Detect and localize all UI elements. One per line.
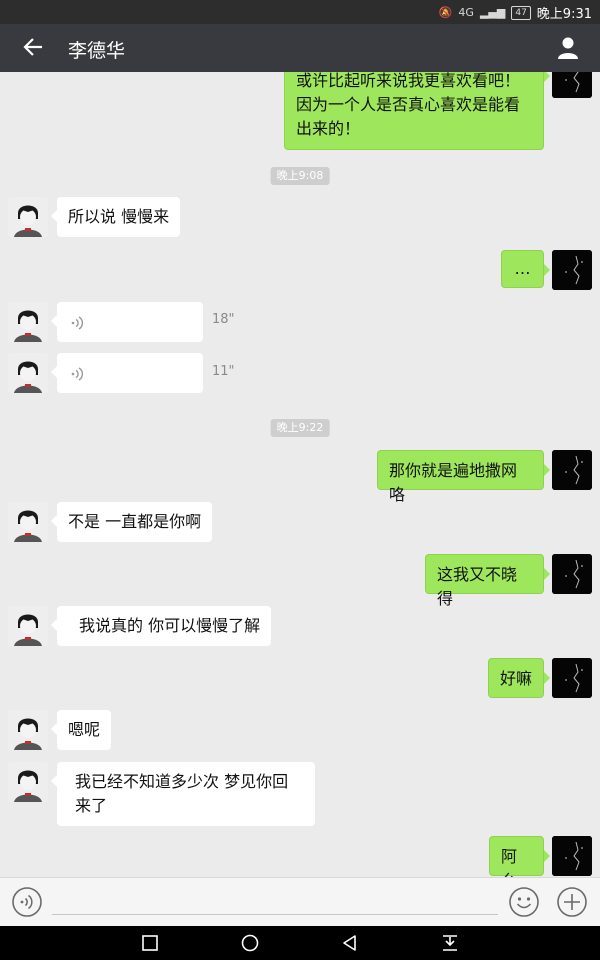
- message-text: 我已经不知道多少次 梦见你回来了: [75, 772, 289, 815]
- avatar-image: [8, 606, 48, 646]
- voice-message-bubble[interactable]: [51, 302, 203, 342]
- avatar-contact[interactable]: [8, 302, 48, 342]
- avatar-self[interactable]: [552, 450, 592, 490]
- avatar-image: [552, 836, 592, 876]
- avatar-self[interactable]: [552, 658, 592, 698]
- voice-message-bubble[interactable]: [51, 353, 203, 393]
- message-text: …: [514, 259, 531, 278]
- voice-input-button[interactable]: [11, 886, 43, 918]
- battery-icon: 47: [511, 5, 531, 20]
- message-text: 我说真的 你可以慢慢了解: [79, 616, 261, 635]
- avatar-contact[interactable]: [8, 197, 48, 237]
- message-bubble-outgoing[interactable]: 这我又不晓得: [425, 554, 550, 608]
- avatar-image: [8, 502, 48, 542]
- message-input[interactable]: [52, 914, 498, 915]
- mute-icon: 🔕: [438, 6, 453, 19]
- back-icon[interactable]: [340, 933, 360, 953]
- message-text: 好嘛: [500, 669, 533, 688]
- message-bubble-incoming[interactable]: 所以说 慢慢来: [50, 197, 181, 237]
- avatar-contact[interactable]: [8, 353, 48, 393]
- system-nav-bar: [0, 926, 600, 960]
- timestamp: 晚上9:08: [270, 167, 330, 185]
- notification-pull-icon[interactable]: [440, 933, 460, 953]
- timestamp: 晚上9:22: [270, 419, 330, 437]
- message-text: 不是 一直都是你啊: [68, 512, 202, 531]
- message-bubble-incoming[interactable]: 嗯呢: [50, 710, 112, 750]
- avatar-contact[interactable]: [8, 762, 48, 802]
- avatar-image: [8, 762, 48, 802]
- avatar-image: [552, 72, 592, 98]
- avatar-contact[interactable]: [8, 502, 48, 542]
- message-text: 这我又不晓得: [437, 565, 518, 608]
- voice-wave-icon: [71, 316, 84, 330]
- message-bubble-outgoing[interactable]: 那你就是遍地撒网咯: [377, 450, 550, 504]
- message-text: 所以说 慢慢来: [68, 207, 170, 226]
- message-text: 或许比起听来说我更喜欢看吧！因为一个人是否真心喜欢是能看出来的！: [296, 72, 521, 138]
- avatar-contact[interactable]: [8, 710, 48, 750]
- message-list[interactable]: 或许比起听来说我更喜欢看吧！因为一个人是否真心喜欢是能看出来的！ 晚上9:08 …: [0, 72, 600, 877]
- avatar-image: [8, 710, 48, 750]
- input-bar: [0, 877, 600, 926]
- network-indicator: 4G: [458, 6, 474, 19]
- avatar-contact[interactable]: [8, 606, 48, 646]
- avatar-self[interactable]: [552, 250, 592, 290]
- avatar-image: [8, 353, 48, 393]
- status-bar: 🔕 4G ▂▄▆ 47 晚上9:31: [0, 0, 600, 24]
- status-time: 晚上9:31: [536, 7, 592, 22]
- emoji-button[interactable]: [508, 886, 540, 918]
- signal-icon: ▂▄▆: [479, 6, 506, 19]
- message-text: 嗯呢: [68, 720, 101, 739]
- plus-button[interactable]: [556, 886, 588, 918]
- voice-duration: 11": [212, 364, 235, 379]
- chat-header: 李德华: [0, 24, 600, 72]
- recent-apps-icon[interactable]: [140, 933, 160, 953]
- profile-icon[interactable]: [556, 36, 580, 60]
- chat-title: 李德华: [68, 40, 126, 62]
- voice-wave-icon: [71, 367, 84, 381]
- message-text: 阿么: [501, 847, 518, 877]
- avatar-self[interactable]: [552, 72, 592, 98]
- message-bubble-outgoing[interactable]: 或许比起听来说我更喜欢看吧！因为一个人是否真心喜欢是能看出来的！: [284, 72, 550, 150]
- message-bubble-outgoing[interactable]: …: [501, 250, 550, 288]
- avatar-image: [8, 197, 48, 237]
- message-bubble-incoming[interactable]: 我已经不知道多少次 梦见你回来了: [51, 762, 315, 826]
- avatar-image: [552, 450, 592, 490]
- message-text: 那你就是遍地撒网咯: [389, 461, 518, 504]
- message-bubble-outgoing[interactable]: 好嘛: [488, 658, 550, 698]
- avatar-self[interactable]: [552, 836, 592, 876]
- voice-duration: 18": [212, 312, 235, 327]
- message-bubble-incoming[interactable]: 我说真的 你可以慢慢了解: [50, 606, 272, 646]
- message-bubble-incoming[interactable]: 不是 一直都是你啊: [50, 502, 213, 542]
- status-icons: 🔕 4G ▂▄▆ 47 晚上9:31: [439, 3, 592, 22]
- home-icon[interactable]: [240, 933, 260, 953]
- avatar-image: [8, 302, 48, 342]
- back-arrow-icon[interactable]: [22, 36, 44, 58]
- message-bubble-outgoing[interactable]: 阿么: [489, 836, 550, 877]
- avatar-image: [552, 250, 592, 290]
- avatar-self[interactable]: [552, 554, 592, 594]
- avatar-image: [552, 658, 592, 698]
- avatar-image: [552, 554, 592, 594]
